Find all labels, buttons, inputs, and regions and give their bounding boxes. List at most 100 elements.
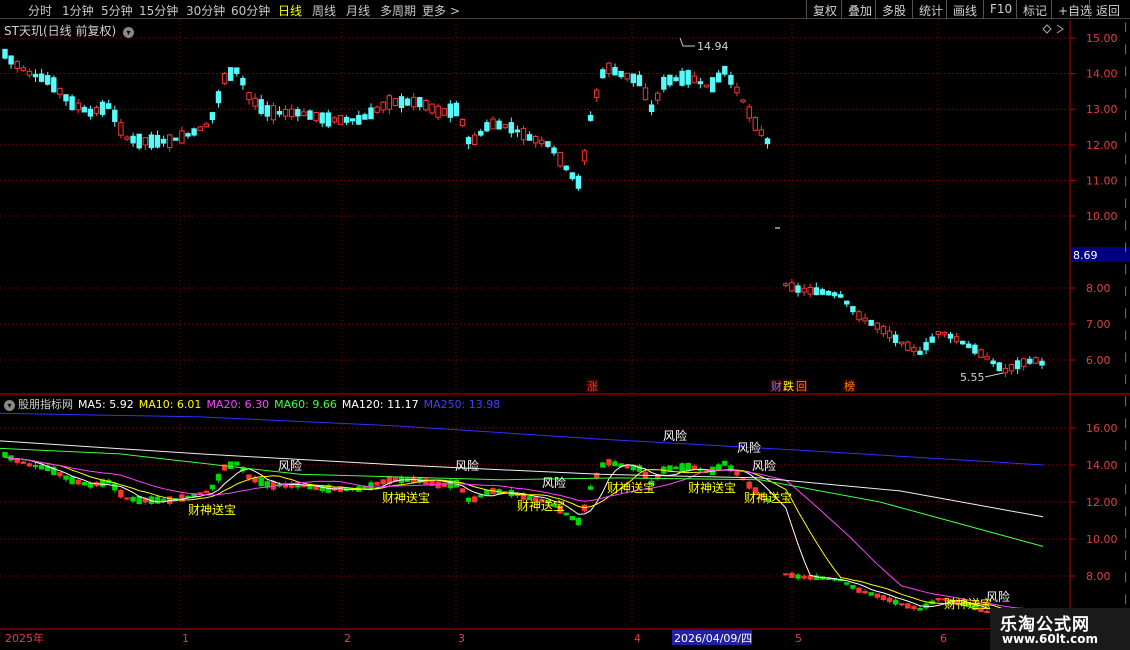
main-candle-body [966, 343, 972, 349]
main-candle-body [703, 84, 710, 88]
indicator-candle-body [874, 593, 880, 598]
main-candle-body [14, 61, 20, 70]
main-candle-body [545, 141, 551, 147]
indicator-candle-body [160, 498, 167, 502]
wealth-signal: 财神送宝 [382, 490, 430, 505]
main-candle-body [587, 114, 594, 121]
main-candle-body [496, 120, 502, 130]
indicator-candle-body [801, 575, 807, 579]
main-candle-body [783, 283, 789, 287]
main-candle-body [472, 134, 478, 145]
main-candle-body [484, 122, 490, 132]
chevron-down-icon[interactable]: ▾ [122, 27, 134, 38]
wealth-signal: 财神送宝 [607, 480, 655, 495]
indicator-candle-body [783, 573, 789, 576]
edge-glyph: | [1124, 374, 1127, 385]
indicator-candle-body [905, 603, 911, 609]
main-candle-body [557, 151, 563, 167]
main-candle-body [795, 285, 801, 293]
indicator-candle-body [209, 484, 216, 490]
main-candle-body [398, 96, 405, 108]
edge-glyph: | [1124, 176, 1127, 187]
chevron-down-icon[interactable]: ▾ [4, 400, 15, 411]
price-tick-label: 10.00 [1086, 210, 1118, 223]
main-candle-body [716, 72, 722, 83]
main-candle-body [539, 139, 545, 145]
low-marker-line [984, 372, 1004, 378]
main-candle-body [673, 77, 679, 82]
main-candle-body [374, 106, 380, 113]
main-candle-body [691, 75, 697, 84]
indicator-candle-body [880, 595, 887, 601]
indicator-candle-body [612, 461, 618, 467]
indicator-name[interactable]: 股朋指标网 [18, 398, 73, 411]
main-candle-body [203, 123, 210, 128]
date-label: 4 [634, 632, 641, 645]
edge-glyph: | [1124, 440, 1127, 451]
date-label: 2025年 [5, 631, 44, 645]
indicator-candle-body [856, 587, 862, 593]
indicator-tick-label: 12.00 [1086, 496, 1118, 509]
main-candle-body [160, 138, 167, 144]
main-candle-body [734, 86, 740, 94]
main-candle-body [709, 77, 716, 93]
main-candle-body [435, 105, 441, 118]
main-candle-body [57, 87, 63, 95]
main-candle-body [112, 109, 118, 123]
main-candle-body [417, 97, 423, 108]
main-candle-body [142, 137, 149, 146]
ma5-line [4, 456, 1043, 618]
main-candle-body [185, 133, 191, 137]
main-candle-body [618, 70, 624, 78]
indicator-candle-body [124, 497, 130, 500]
indicator-candle-body [673, 466, 679, 470]
stock-title[interactable]: ST天玑(日线 前复权) ▾ [4, 22, 134, 39]
main-candle-body [350, 118, 356, 122]
main-candle-body [93, 107, 100, 114]
main-candle-body [697, 81, 704, 85]
indicator-candle-body [57, 472, 63, 477]
event-tag: 跌 [783, 379, 794, 393]
main-candle-body [844, 300, 850, 305]
edge-glyph: | [1124, 484, 1127, 495]
main-candle-body [911, 347, 917, 352]
indicator-candle-body [795, 574, 801, 579]
indicator-candle-body [2, 451, 8, 458]
main-candle-body [642, 87, 649, 101]
edge-glyph: | [1124, 154, 1127, 165]
chart-canvas: 15.00 14.00 13.00 12.00 11.00 10.00 8.00 7.00 6.… [0, 20, 1130, 645]
main-candle-body [807, 286, 813, 295]
indicator-candle-body [569, 516, 575, 521]
main-candle-body [240, 77, 246, 86]
main-candle-body [813, 287, 819, 296]
indicator-candle-body [868, 592, 874, 596]
risk-signal: 风险 [737, 440, 761, 455]
main-candle-body [746, 106, 752, 119]
date-label: 2026/04/09/四 [674, 632, 752, 645]
main-candle-body [295, 109, 301, 117]
date-label: 6 [940, 632, 947, 645]
indicator-candle-body [679, 463, 685, 472]
edge-glyph: | [1124, 286, 1127, 297]
indicator-candle-body [606, 459, 612, 466]
indicator-candle-body [380, 479, 386, 485]
main-candle-body [563, 165, 569, 171]
main-candle-body [228, 67, 234, 81]
price-tick-label: 6.00 [1086, 354, 1111, 367]
main-candle-body [514, 129, 521, 133]
main-candle-body [252, 97, 258, 107]
main-candle-body [63, 94, 69, 102]
indicator-candle-body [368, 482, 374, 489]
risk-signal: 风险 [542, 475, 566, 490]
main-candle-body [45, 75, 51, 85]
indicator-tick-label: 10.00 [1086, 533, 1118, 546]
main-candle-body [935, 331, 941, 335]
main-candle-body [594, 89, 600, 98]
event-tag: 回 [796, 380, 807, 393]
risk-signal: 风险 [278, 458, 302, 473]
main-candle-body [411, 96, 417, 108]
edge-glyph: | [1124, 396, 1127, 407]
main-candle-body [953, 336, 960, 343]
ma-value-label: MA20: 6.30 [206, 398, 270, 411]
main-candle-body [313, 111, 319, 122]
